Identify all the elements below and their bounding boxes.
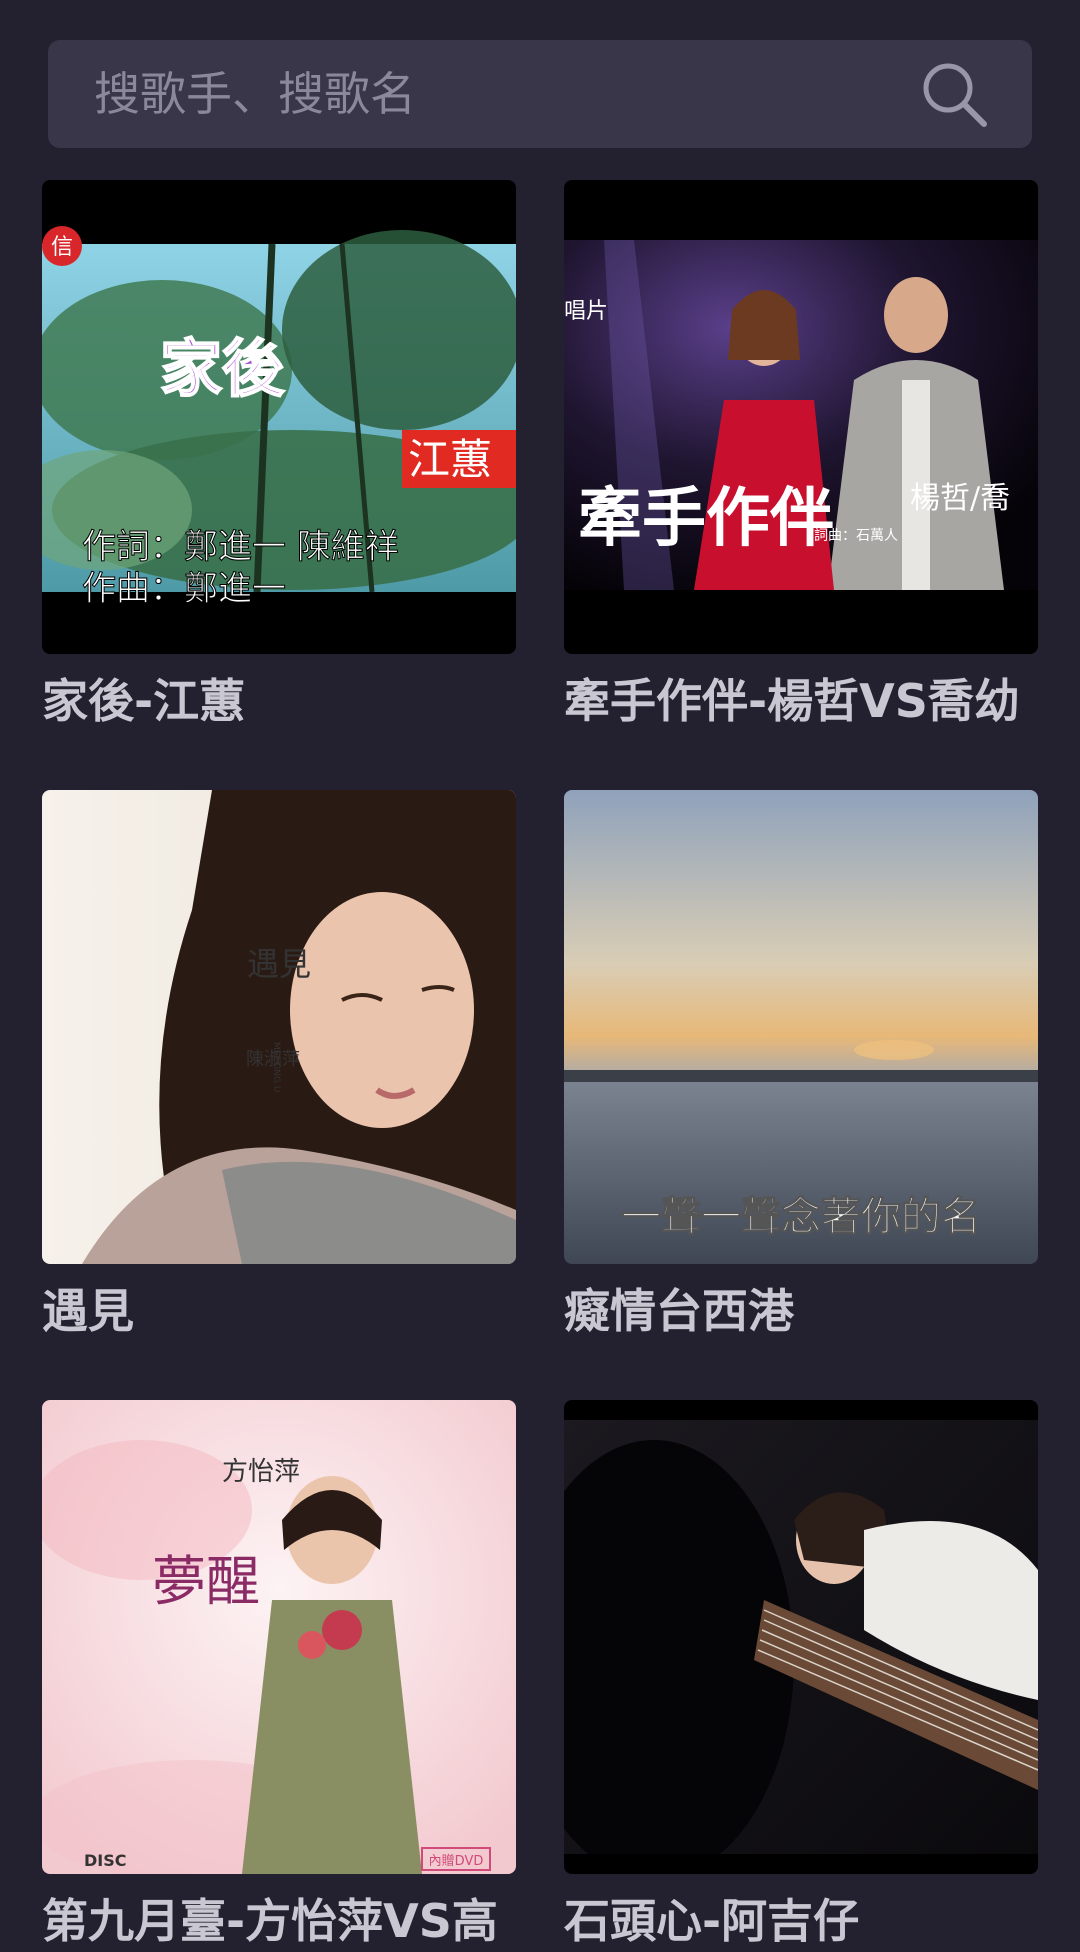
song-grid: 信 家後 江蕙 作詞：鄭進一 陳維祥 作曲：鄭進一 家後-江蕙 牽手作伴 楊哲/… <box>42 180 1038 1952</box>
cover-badge: 內贈DVD <box>429 1853 484 1869</box>
cover-singer: 陳淑萍 <box>246 1049 300 1070</box>
cover-credit: 詞曲：石萬人 <box>814 528 898 544</box>
search-bar <box>48 40 1032 148</box>
song-title: 家後-江蕙 <box>42 674 246 728</box>
song-card[interactable]: 遇見 MEETING U 陳淑萍 遇見 <box>42 790 516 1342</box>
song-card[interactable]: 信 家後 江蕙 作詞：鄭進一 陳維祥 作曲：鄭進一 家後-江蕙 <box>42 180 516 732</box>
song-title: 牽手作伴-楊哲VS喬幼 <box>564 674 1020 728</box>
song-cover: 一聲一聲念著你的名 <box>564 790 1038 1264</box>
cover-song-title: 遇見 <box>247 945 311 983</box>
cover-album: 夢醒 <box>152 1550 260 1613</box>
cover-disc-logo: DISC <box>84 1851 127 1870</box>
cover-caption: 一聲一聲念著你的名 <box>621 1194 981 1240</box>
search-input[interactable] <box>94 67 916 121</box>
song-cover: 牽手作伴 楊哲/喬 詞曲：石萬人 唱片 <box>564 180 1038 654</box>
cover-lyricist: 作詞：鄭進一 陳維祥 <box>82 527 399 567</box>
cover-song-title: 牽手作伴 <box>578 481 834 556</box>
cover-composer: 作曲：鄭進一 <box>82 569 286 609</box>
song-title: 第九月臺-方怡萍VS高 <box>42 1894 498 1948</box>
cover-label-badge: 信 <box>51 235 73 260</box>
cover-song-title: 家後 <box>160 332 285 405</box>
search-icon[interactable] <box>916 56 992 132</box>
song-cover: 信 家後 江蕙 作詞：鄭進一 陳維祥 作曲：鄭進一 <box>42 180 516 654</box>
song-card[interactable]: 牽手作伴 楊哲/喬 詞曲：石萬人 唱片 牽手作伴-楊哲VS喬幼 <box>564 180 1038 732</box>
song-card[interactable]: 一聲一聲念著你的名 癡情台西港 <box>564 790 1038 1342</box>
song-cover <box>564 1400 1038 1874</box>
song-cover: 遇見 MEETING U 陳淑萍 <box>42 790 516 1264</box>
song-title: 癡情台西港 <box>564 1284 794 1338</box>
cover-label: 唱片 <box>564 299 608 324</box>
cover-singer: 江蕙 <box>408 435 492 484</box>
song-card[interactable]: 方怡萍 夢醒 內贈DVD DISC 第九月臺-方怡萍VS高 <box>42 1400 516 1952</box>
song-card[interactable]: 石頭心-阿吉仔 <box>564 1400 1038 1952</box>
cover-singer: 方怡萍 <box>222 1457 300 1487</box>
song-cover: 方怡萍 夢醒 內贈DVD DISC <box>42 1400 516 1874</box>
cover-singer: 楊哲/喬 <box>910 481 1010 516</box>
song-title: 石頭心-阿吉仔 <box>564 1894 860 1948</box>
song-title: 遇見 <box>42 1284 134 1338</box>
